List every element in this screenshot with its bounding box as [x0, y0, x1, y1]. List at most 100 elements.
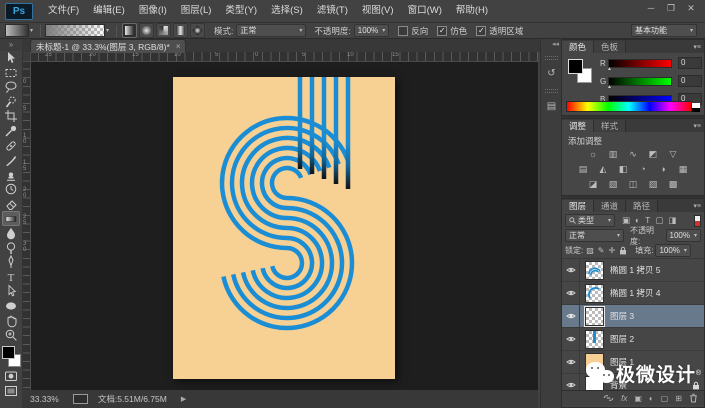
- panel-menu-icon[interactable]: ▾≡: [693, 43, 701, 51]
- toolbar-collapse-chevron[interactable]: »: [0, 39, 22, 51]
- tab-close-icon[interactable]: ×: [176, 42, 181, 51]
- reverse-checkbox[interactable]: 反向: [398, 25, 428, 37]
- blend-mode-select[interactable]: 正常 ▾: [236, 24, 307, 37]
- tool-pen[interactable]: [2, 255, 20, 270]
- menu-edit[interactable]: 编辑(E): [86, 0, 132, 22]
- add-layer-mask-icon[interactable]: ▣: [634, 394, 642, 403]
- menu-select[interactable]: 选择(S): [264, 0, 310, 22]
- visibility-toggle[interactable]: [562, 282, 580, 304]
- menu-filter[interactable]: 滤镜(T): [310, 0, 355, 22]
- tool-preset-icon[interactable]: [5, 24, 29, 37]
- red-slider[interactable]: ▲: [607, 58, 672, 72]
- tool-blur[interactable]: [2, 226, 20, 241]
- quick-mask-button[interactable]: [2, 369, 20, 384]
- adjustment-icon-color-lookup[interactable]: ▦: [676, 163, 691, 176]
- filter-shape-layers-icon[interactable]: ▢: [655, 214, 663, 227]
- new-group-icon[interactable]: ▢: [661, 394, 669, 403]
- adjustment-icon-exposure[interactable]: ◩: [646, 148, 661, 161]
- gradient-preview[interactable]: [45, 24, 106, 37]
- visibility-toggle[interactable]: [562, 259, 580, 281]
- close-button[interactable]: ✕: [681, 2, 701, 15]
- new-layer-icon[interactable]: ⊞: [675, 394, 682, 403]
- layer-name[interactable]: 图层 2: [610, 333, 634, 345]
- adjustment-icon-threshold[interactable]: ◫: [626, 178, 641, 191]
- tool-brush[interactable]: [2, 153, 20, 168]
- adjustment-icon-hue-saturation[interactable]: ▤: [576, 163, 591, 176]
- status-options-arrow-icon[interactable]: ▶: [181, 395, 186, 403]
- transparency-checkbox[interactable]: ✓ 透明区域: [476, 25, 523, 37]
- adjustment-icon-gradient-map[interactable]: ▩: [666, 178, 681, 191]
- adjustment-icon-color-balance[interactable]: ◭: [596, 163, 611, 176]
- layer-thumbnail[interactable]: [585, 306, 604, 326]
- tab-adjustments[interactable]: 调整: [562, 120, 595, 132]
- layer-style-button[interactable]: fx: [621, 394, 627, 403]
- tool-move[interactable]: [2, 51, 20, 66]
- dock-grip[interactable]: [545, 56, 558, 60]
- layer-thumbnail[interactable]: [585, 329, 604, 349]
- menu-help[interactable]: 帮助(H): [449, 0, 495, 22]
- menu-window[interactable]: 窗口(W): [401, 0, 449, 22]
- filter-smart-objects-icon[interactable]: ◨: [668, 214, 676, 227]
- expand-panels-chevron[interactable]: ◂◂: [541, 39, 562, 48]
- tool-lasso[interactable]: [2, 80, 20, 95]
- lock-position-icon[interactable]: ✛: [609, 246, 616, 255]
- layer-blend-mode-select[interactable]: 正常 ▾: [565, 229, 624, 242]
- tool-crop[interactable]: [2, 109, 20, 124]
- menu-file[interactable]: 文件(F): [41, 0, 86, 22]
- filter-adjustment-layers-icon[interactable]: ◐: [635, 214, 640, 227]
- tool-type[interactable]: T: [2, 270, 20, 285]
- color-spectrum-bar[interactable]: [566, 101, 692, 112]
- visibility-toggle[interactable]: [562, 351, 580, 373]
- adjustment-icon-selective-color[interactable]: ▨: [646, 178, 661, 191]
- adjustment-icon-invert[interactable]: ◪: [586, 178, 601, 191]
- angle-gradient-button[interactable]: [156, 23, 172, 38]
- maximize-button[interactable]: ❐: [661, 2, 681, 15]
- linear-gradient-button[interactable]: [122, 23, 138, 38]
- minimize-button[interactable]: ─: [641, 2, 661, 15]
- layer-thumbnail[interactable]: [585, 283, 604, 303]
- screen-mode-button[interactable]: [2, 383, 20, 398]
- layer-filter-type-select[interactable]: 类型 ▾: [565, 214, 615, 227]
- layer-row-ellipse-copy-5[interactable]: 椭圆 1 拷贝 5: [562, 259, 704, 282]
- filter-pixel-layers-icon[interactable]: ▣: [622, 214, 630, 227]
- new-adjustment-layer-icon[interactable]: ◐: [649, 394, 654, 403]
- panel-menu-icon[interactable]: ▾≡: [693, 122, 701, 130]
- document-tab[interactable]: 未标题-1 @ 33.3%(图层 3, RGB/8)* ×: [30, 39, 187, 53]
- layer-name[interactable]: 椭圆 1 拷贝 4: [610, 287, 661, 299]
- tool-history-brush[interactable]: [2, 182, 20, 197]
- tab-paths[interactable]: 路径: [626, 200, 659, 212]
- opacity-select[interactable]: 100% ▾: [353, 24, 390, 37]
- visibility-toggle[interactable]: [562, 328, 580, 350]
- filter-type-layers-icon[interactable]: T: [645, 214, 650, 227]
- tool-shape[interactable]: [2, 299, 20, 314]
- lock-transparent-pixels-icon[interactable]: ▨: [586, 246, 594, 255]
- dither-checkbox[interactable]: ✓ 仿色: [437, 25, 467, 37]
- tool-eyedropper[interactable]: [2, 124, 20, 139]
- panel-color-swatches[interactable]: [568, 59, 592, 83]
- tool-hand[interactable]: [2, 313, 20, 328]
- adjustment-icon-black-white[interactable]: ◧: [616, 163, 631, 176]
- tool-quick-selection[interactable]: [2, 95, 20, 110]
- layer-row-ellipse-copy-4[interactable]: 椭圆 1 拷贝 4: [562, 282, 704, 305]
- reflected-gradient-button[interactable]: [173, 23, 189, 38]
- red-value-field[interactable]: 0: [678, 57, 702, 69]
- adjustment-icon-vibrance[interactable]: ▽: [666, 148, 681, 161]
- zoom-level-field[interactable]: 33.33%: [30, 394, 59, 404]
- horizontal-ruler[interactable]: 25 20 15 10 5 0 5 10 15: [22, 52, 538, 62]
- layer-name[interactable]: 椭圆 1 拷贝 5: [610, 264, 661, 276]
- vertical-ruler[interactable]: 0 5 10 15 20 25 30: [22, 61, 31, 390]
- workspace-select[interactable]: 基本功能 ▾: [631, 24, 697, 37]
- menu-image[interactable]: 图像(I): [132, 0, 174, 22]
- layer-row-layer-2[interactable]: 图层 2: [562, 328, 704, 351]
- tab-layers[interactable]: 图层: [562, 200, 595, 212]
- menu-type[interactable]: 类型(Y): [218, 0, 264, 22]
- tab-color[interactable]: 颜色: [562, 41, 595, 53]
- menu-layer[interactable]: 图层(L): [174, 0, 219, 22]
- lock-image-pixels-icon[interactable]: ✎: [598, 246, 605, 255]
- visibility-toggle[interactable]: [562, 305, 580, 327]
- adjustment-icon-levels[interactable]: ▥: [606, 148, 621, 161]
- tool-dodge[interactable]: [2, 241, 20, 256]
- delete-layer-icon[interactable]: [689, 393, 698, 403]
- radial-gradient-button[interactable]: [139, 23, 155, 38]
- gradient-picker-caret-icon[interactable]: ▾: [106, 27, 109, 34]
